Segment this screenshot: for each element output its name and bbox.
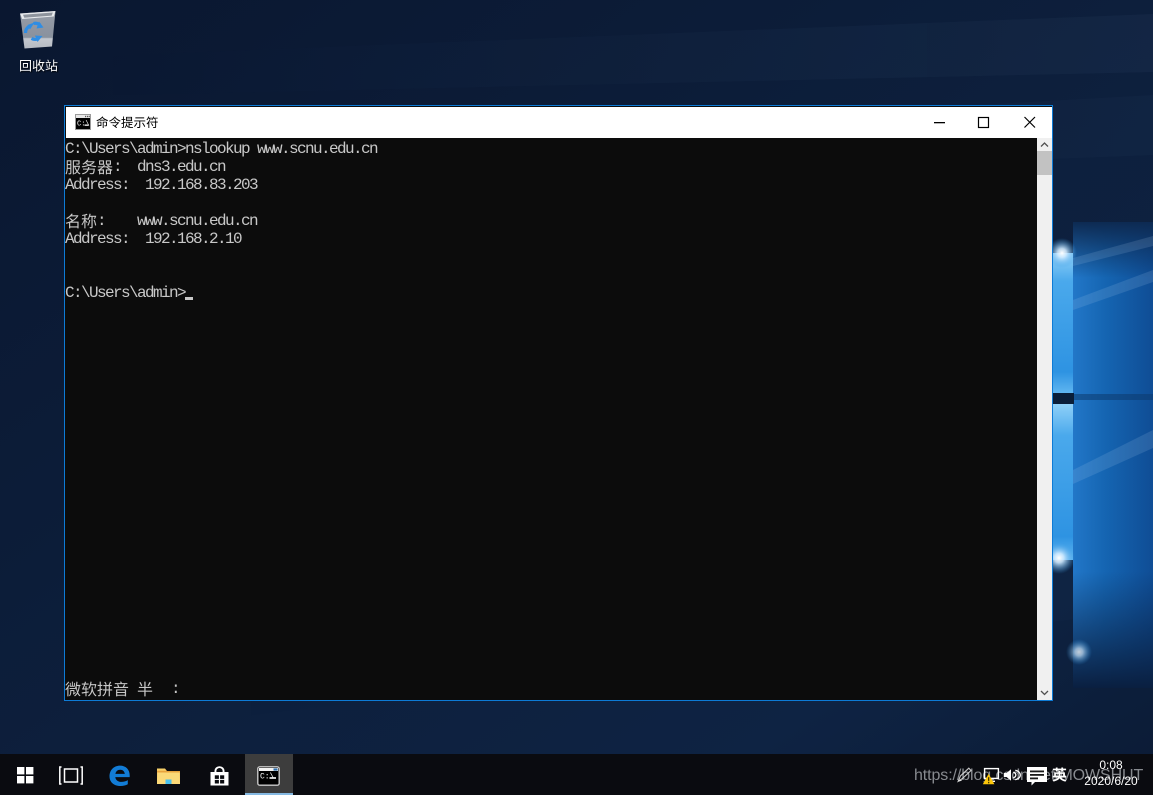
svg-text:C:\: C:\ [260,773,275,782]
